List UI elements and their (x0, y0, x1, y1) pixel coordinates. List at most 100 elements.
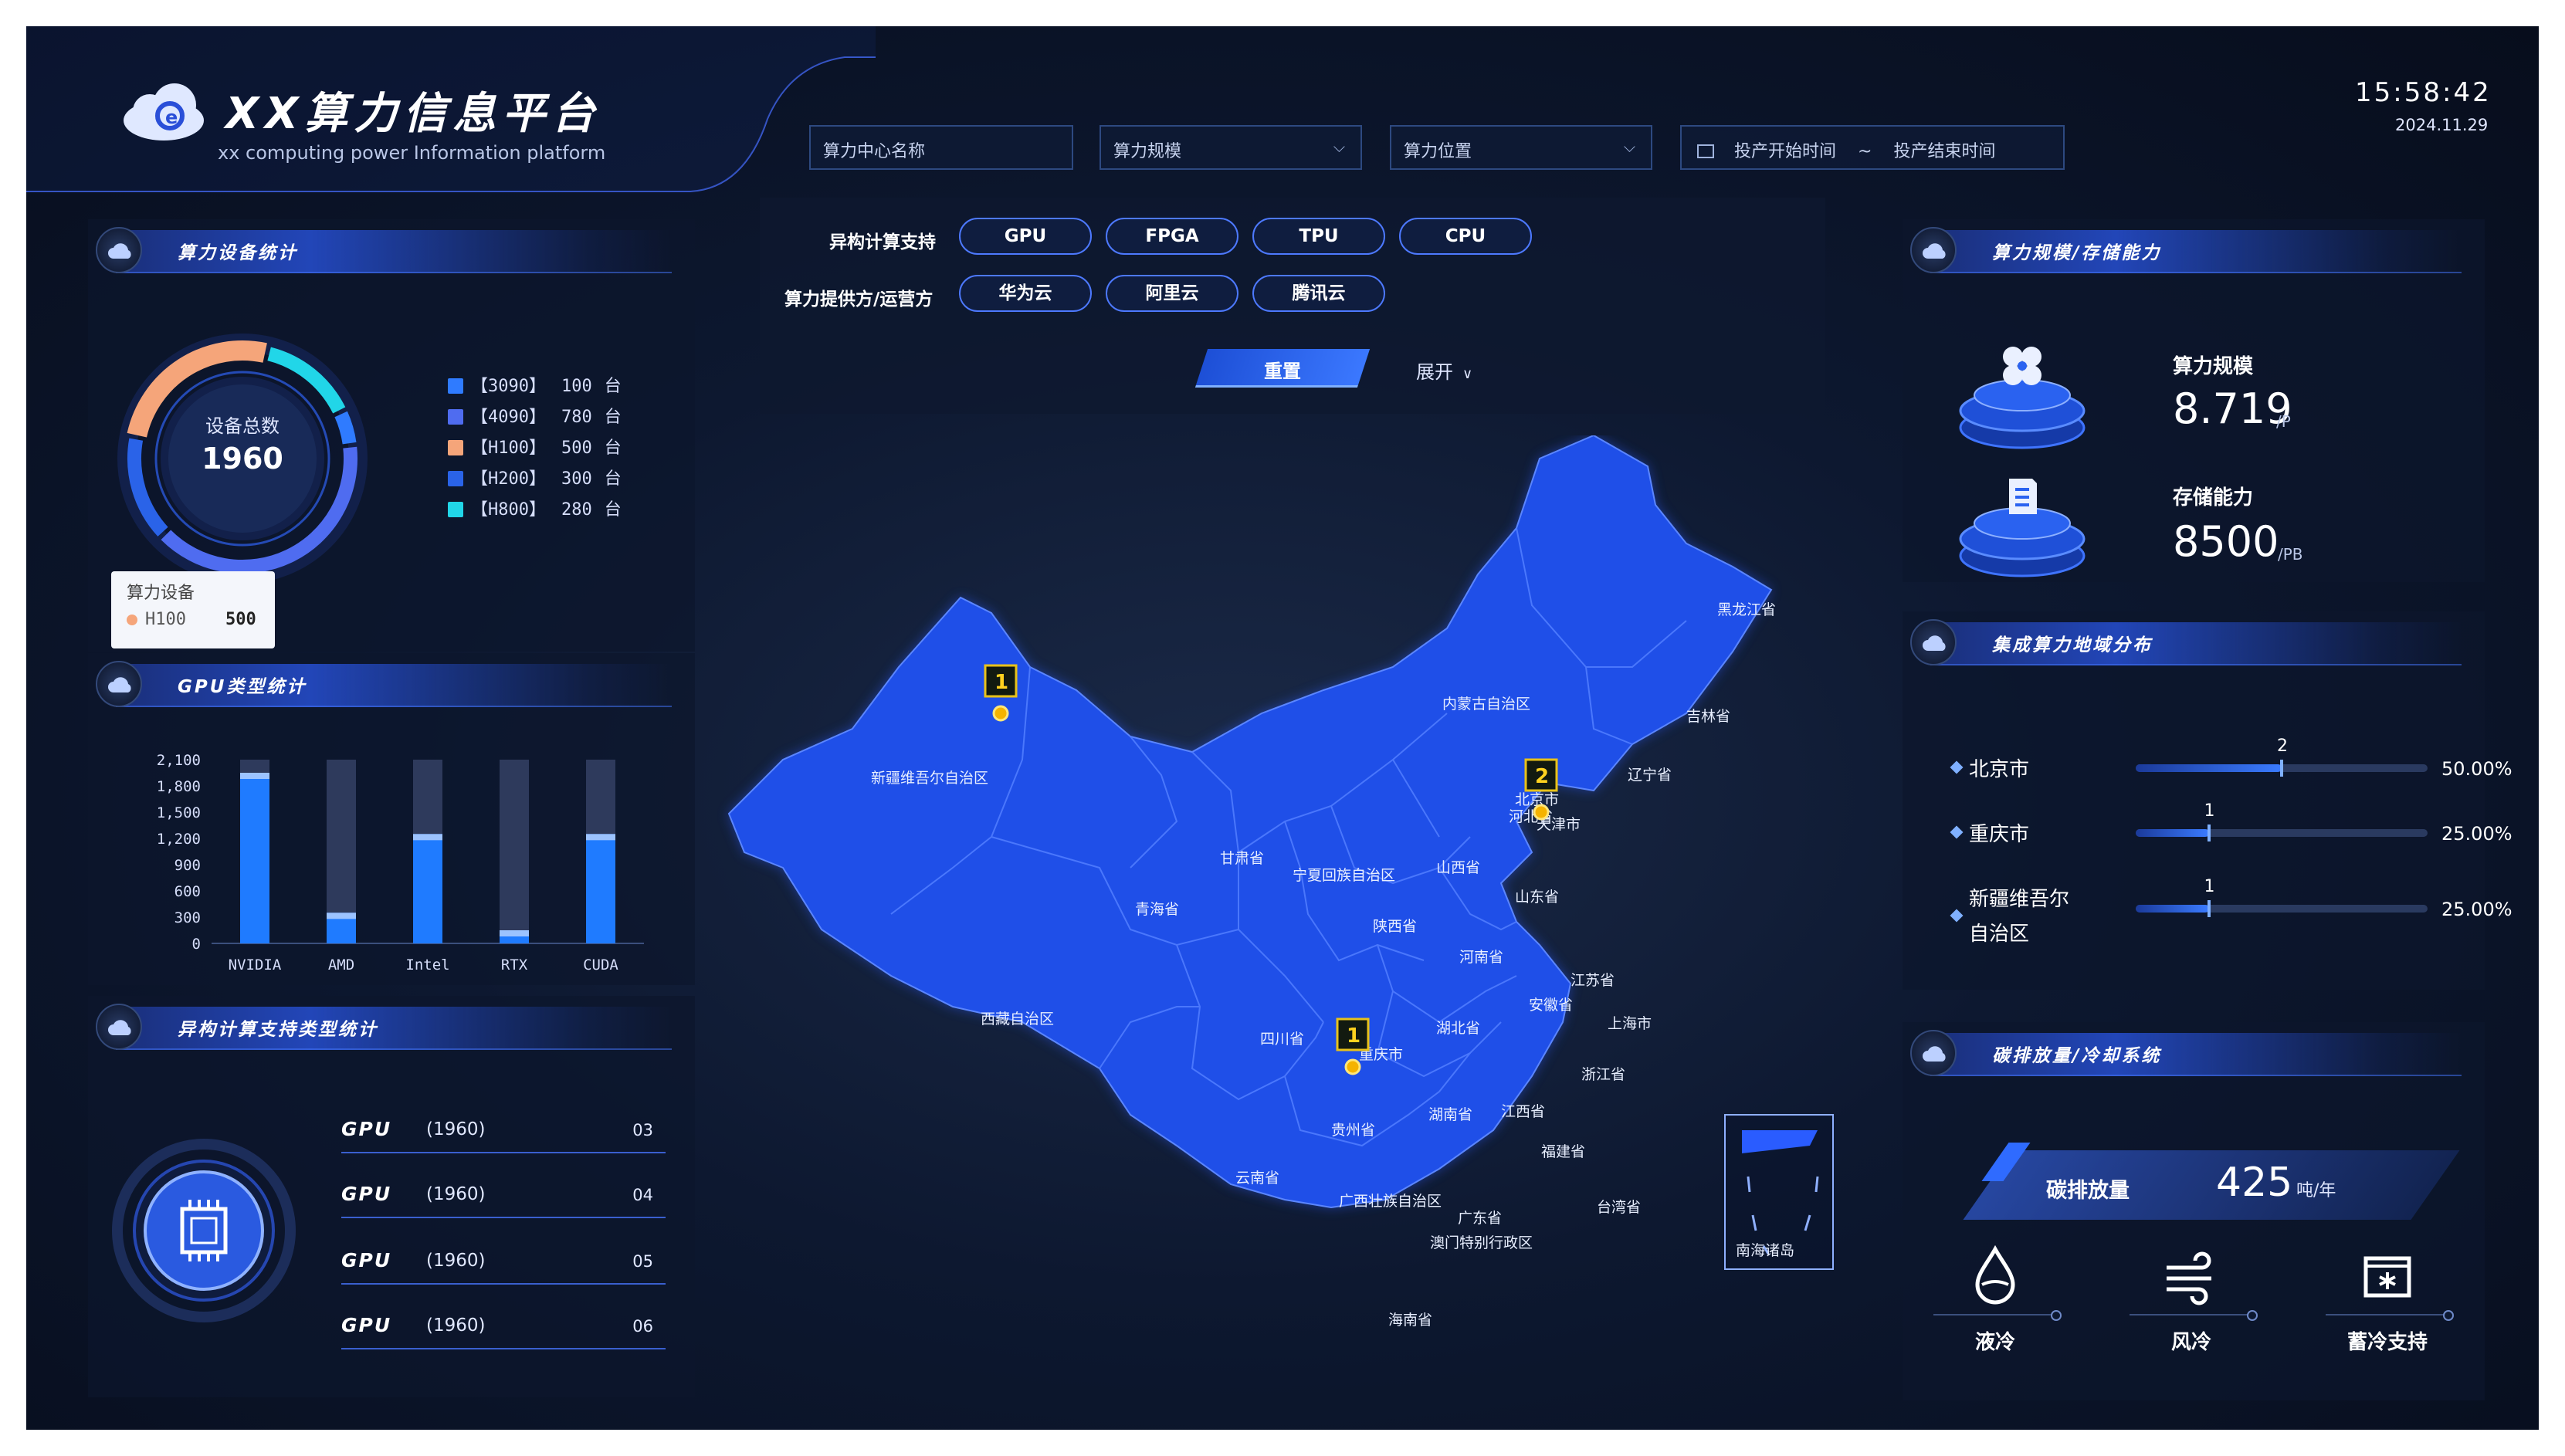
map-label: 江苏省 (1571, 972, 1615, 989)
legend-swatch (448, 471, 463, 486)
legend-row: 【H800】 280 台 (448, 496, 622, 520)
legend-count: 280 (561, 500, 592, 520)
donut-segment[interactable] (334, 411, 357, 445)
region-city: 北京市 (1969, 753, 2029, 782)
page-title: XX算力信息平台 (225, 89, 601, 139)
tooltip-dot (127, 615, 137, 625)
y-tick-label: 2,100 (157, 752, 201, 769)
option-aliyun[interactable]: 阿里云 (1106, 275, 1238, 312)
y-tick-label: 300 (175, 909, 201, 926)
map-label: 山西省 (1436, 859, 1480, 876)
legend-row: 【H200】 300 台 (448, 465, 622, 489)
map-label: 江西省 (1501, 1103, 1545, 1120)
carbon-banner (1963, 1150, 2460, 1220)
marker-count: 1 (1347, 1024, 1360, 1048)
bar-background (500, 760, 529, 943)
legend-unit: 台 (604, 500, 622, 520)
hetero-row-name: GPU (341, 1118, 392, 1140)
y-tick-label: 600 (175, 883, 201, 900)
x-tick-label: Intel (405, 957, 449, 973)
region-city: 重庆市 (1969, 818, 2029, 847)
option-tpu[interactable]: TPU (1252, 218, 1385, 255)
region-city-line: 自治区 (1969, 923, 2030, 946)
hetero-row-count: (1960) (426, 1119, 486, 1139)
option-huawei-cloud[interactable]: 华为云 (959, 275, 1092, 312)
map-label: 澳门特别行政区 (1430, 1234, 1533, 1251)
donut-center-total: 1960 (202, 442, 283, 476)
region-percent: 25.00% (2441, 823, 2512, 845)
scale-label: 算力规模 (2173, 355, 2254, 378)
region-progress-fill (2136, 829, 2209, 837)
map-label: 宁夏回族自治区 (1293, 867, 1395, 884)
end-time-placeholder: 投产结束时间 (1893, 142, 1996, 161)
region-count: 1 (2204, 801, 2215, 821)
cooling-air: 风冷 (2130, 1244, 2258, 1355)
hetero-row: GPU (1960) 05 (341, 1241, 666, 1285)
region-city-line: 新疆维吾尔 (1969, 888, 2070, 911)
legend-name: 【H100】 (471, 438, 546, 458)
map-label: 黑龙江省 (1717, 601, 1776, 618)
cooling-air-label: 风冷 (2170, 1331, 2211, 1354)
tooltip-item: H100 (145, 610, 186, 629)
bar[interactable] (586, 834, 615, 943)
hetero-label: 异构计算支持 (829, 232, 936, 252)
cloud-icon (1910, 619, 1957, 665)
hetero-row-number: 03 (632, 1121, 653, 1139)
region-city-line: 重庆市 (1969, 823, 2030, 846)
scale-storage-title: 算力规模/存储能力 (1992, 243, 2162, 263)
bar-cap (240, 773, 269, 779)
device-stats-header: 算力设备统计 (88, 219, 695, 275)
location-select[interactable]: 算力位置 ⌵ (1390, 125, 1652, 170)
legend-name: 【4090】 (471, 408, 546, 427)
hetero-row-number: 06 (632, 1317, 653, 1336)
map-label: 辽宁省 (1628, 767, 1672, 784)
option-tencent-cloud[interactable]: 腾讯云 (1252, 275, 1385, 312)
bar[interactable] (413, 834, 442, 943)
legend-unit: 台 (604, 377, 622, 396)
legend-swatch (448, 440, 463, 455)
hetero-row-name: GPU (341, 1249, 392, 1271)
option-cpu[interactable]: CPU (1399, 218, 1532, 255)
expand-toggle[interactable]: 展开 ∨ (1416, 357, 1472, 384)
region-progress-track: 1 (2136, 801, 2428, 841)
region-progress-marker (2207, 900, 2211, 917)
map-label: 福建省 (1541, 1143, 1585, 1160)
center-name-input[interactable]: 算力中心名称 (809, 125, 1073, 170)
hetero-row: GPU (1960) 06 (341, 1306, 666, 1349)
y-tick-label: 1,800 (157, 778, 201, 795)
calendar-icon (1697, 144, 1714, 158)
hetero-row: GPU (1960) 03 (341, 1110, 666, 1153)
scale-select-label: 算力规模 (1113, 142, 1182, 161)
map-label: 吉林省 (1686, 708, 1730, 725)
option-gpu[interactable]: GPU (959, 218, 1092, 255)
location-select-label: 算力位置 (1404, 142, 1472, 161)
water-drop-icon (1975, 1244, 2015, 1305)
legend-row: 【H100】 500 台 (448, 434, 622, 459)
date-range-picker[interactable]: 投产开始时间 ~ 投产结束时间 (1680, 125, 2065, 170)
region-percent: 50.00% (2441, 758, 2512, 780)
hetero-row-name: GPU (341, 1183, 392, 1205)
bar[interactable] (240, 773, 269, 943)
carbon-header: 碳排放量/冷却系统 (1903, 1022, 2485, 1078)
legend-name: 【H200】 (471, 469, 546, 489)
legend-count: 300 (561, 469, 592, 489)
hetero-stats-header: 异构计算支持类型统计 (88, 996, 695, 1051)
china-map[interactable]: 南海诸岛 黑龙江省 吉林省 辽宁省 内蒙古自治区 北京市 河北省 天津市 新疆维… (698, 435, 1903, 1430)
x-tick-label: AMD (328, 957, 354, 973)
page-subtitle: xx computing power Information platform (218, 142, 606, 164)
carbon-unit: 吨/年 (2296, 1181, 2336, 1200)
region-progress-track: 1 (2136, 877, 2428, 917)
svg-text:e: e (165, 107, 178, 128)
option-fpga[interactable]: FPGA (1106, 218, 1238, 255)
legend-count: 780 (561, 408, 592, 427)
hetero-row-number: 05 (632, 1252, 653, 1271)
scale-select[interactable]: 算力规模 ⌵ (1100, 125, 1362, 170)
y-tick-label: 1,500 (157, 804, 201, 821)
chevron-down-icon: ⌵ (1333, 137, 1345, 156)
cold-storage-icon (2363, 1256, 2411, 1298)
hetero-stats-title: 异构计算支持类型统计 (178, 1020, 378, 1040)
y-tick-label: 0 (192, 936, 201, 953)
start-time-placeholder: 投产开始时间 (1734, 142, 1837, 161)
carbon-title: 碳排放量/冷却系统 (1992, 1046, 2162, 1066)
region-progress-marker (2280, 760, 2283, 777)
